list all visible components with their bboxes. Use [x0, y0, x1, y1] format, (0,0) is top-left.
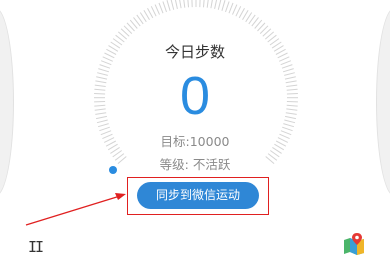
dial-tick [143, 10, 150, 21]
annotation-arrowhead [115, 193, 126, 200]
dial-tick [228, 2, 234, 14]
dial-tick [174, 0, 178, 10]
step-dial [25, 0, 298, 226]
page-title: 今日步数 [164, 43, 225, 61]
dial-tick [214, 0, 218, 10]
dial-tick [225, 1, 230, 13]
dial-tick [221, 0, 226, 11]
dial-tick [187, 0, 189, 8]
dial-tick [147, 7, 154, 19]
dial-tick [150, 6, 157, 17]
dial-tick [158, 2, 164, 14]
annotation-arrow [25, 195, 121, 226]
dial-tick [162, 1, 167, 13]
dial-tick [166, 0, 171, 11]
pause-icon[interactable]: II [28, 238, 44, 256]
dial-tick [183, 0, 186, 8]
dial-tick [154, 4, 160, 15]
dial-tick [242, 10, 249, 21]
dial-tick [179, 0, 182, 9]
step-counter-screen: ‹ › 今日步数 0 目标:10000 等级: 不活跃 同步到微信运动 II [0, 0, 390, 260]
dial-tick [203, 0, 205, 8]
dial-tick [232, 4, 238, 15]
map-location-icon[interactable] [342, 232, 366, 256]
sync-wechat-sports-button[interactable]: 同步到微信运动 [137, 182, 259, 209]
goal-label: 目标:10000 [160, 134, 230, 149]
step-count: 0 [179, 66, 211, 126]
dial-tick [210, 0, 213, 9]
activity-level-label: 等级: 不活跃 [159, 157, 231, 172]
dial-tick [235, 6, 242, 17]
dial-tick [238, 7, 245, 19]
dial-tick [170, 0, 175, 10]
dial-tick [217, 0, 222, 10]
dial-tick [206, 0, 209, 8]
